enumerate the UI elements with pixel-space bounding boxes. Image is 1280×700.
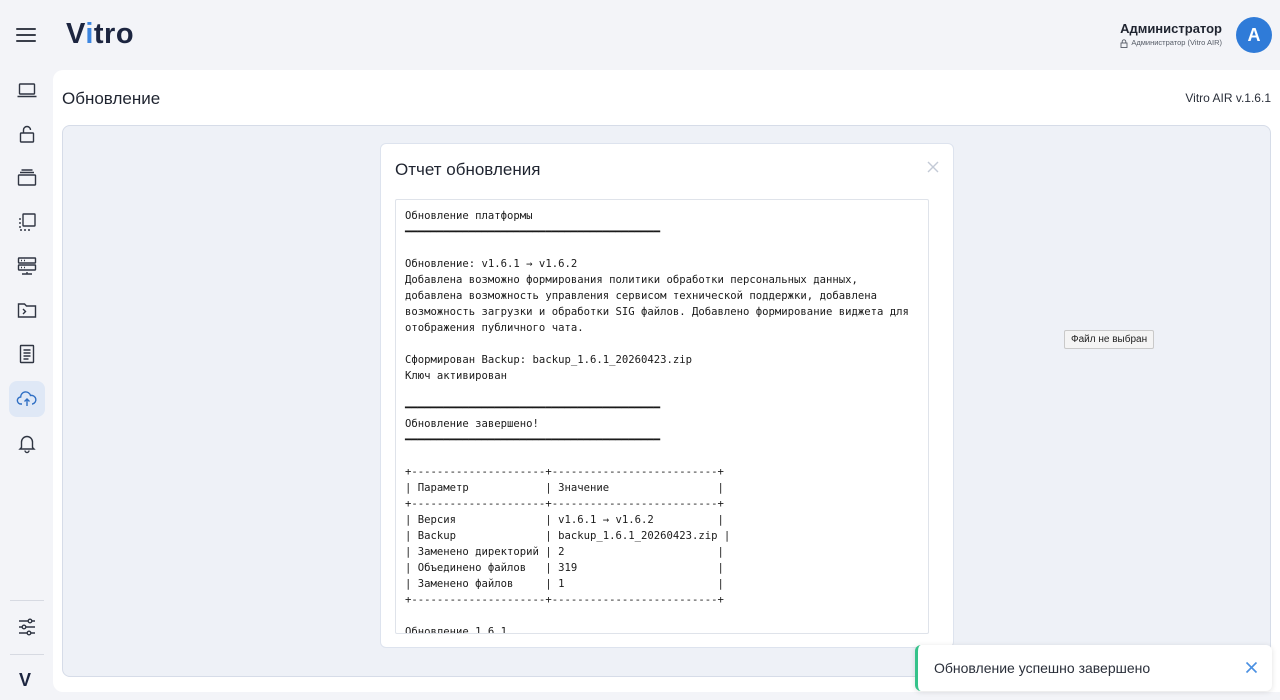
sidebar-item-access[interactable] [9,116,45,152]
report-log[interactable]: Обновление платформы ━━━━━━━━━━━━━━━━━━━━… [395,199,929,634]
close-icon[interactable] [926,160,940,174]
report-line [405,240,928,256]
report-line: | Объединено файлов | 319 | [405,562,724,574]
report-line: +---------------------+-----------------… [405,594,724,606]
sidebar-divider [10,600,44,601]
top-bar: Vitro Администратор Администратор (Vitro… [0,0,1280,70]
toast-close-icon[interactable] [1245,661,1258,674]
document-icon [19,344,35,364]
report-line [405,384,928,400]
report-line: добавлена возможность управления сервисо… [405,290,877,302]
report-line: | Параметр | Значение | [405,482,724,494]
report-line [405,608,928,624]
report-line: Сформирован Backup: backup_1.6.1_2026042… [405,354,693,366]
user-menu[interactable]: Администратор Администратор (Vitro AIR) … [1120,14,1272,56]
settings-sliders-icon [19,618,35,636]
bell-icon [18,435,36,454]
user-name: Администратор [1120,21,1222,36]
sidebar-item-console[interactable] [9,292,45,328]
server-icon [17,257,37,275]
sidebar: V [0,70,53,700]
modal-title: Отчет обновления [395,160,541,179]
report-line: Обновление завершено! [405,418,539,430]
layers-icon [17,169,37,186]
page-title: Обновление [62,89,161,108]
version-label: Vitro AIR v.1.6.1 [1185,91,1271,105]
terminal-folder-icon [17,303,37,318]
laptop-icon [17,83,37,98]
lock-icon [1120,38,1128,48]
report-line: Обновление платформы [405,210,533,222]
sidebar-item-devices[interactable] [9,72,45,108]
user-role-line: Администратор (Vitro AIR) [1120,37,1222,49]
report-line: | Заменено директорий | 2 | [405,546,724,558]
report-line: Обновление 1.6.1 [405,626,508,634]
sidebar-item-documents[interactable] [9,336,45,372]
report-line [405,336,928,352]
hamburger-menu-icon[interactable] [16,27,36,43]
report-line: ━━━━━━━━━━━━━━━━━━━━━━━━━━━━━━━━━━━━━━━━ [405,226,661,238]
avatar[interactable]: A [1236,17,1272,53]
report-line [405,448,928,464]
report-line: Обновление: v1.6.1 → v1.6.2 [405,258,578,270]
sidebar-item-update[interactable] [9,381,45,417]
sidebar-divider [10,654,44,655]
sidebar-item-servers[interactable] [9,248,45,284]
report-line: | Backup | backup_1.6.1_20260423.zip | [405,530,731,542]
success-toast: Обновление успешно завершено [915,645,1272,691]
report-line: | Версия | v1.6.1 → v1.6.2 | [405,514,724,526]
app-logo[interactable]: Vitro [66,18,134,51]
report-line: Добавлена возможно формирования политики… [405,274,858,286]
unlock-icon [19,125,35,143]
toast-message: Обновление успешно завершено [934,660,1151,676]
sidebar-item-layers[interactable] [9,160,45,196]
file-tooltip: Файл не выбран [1064,330,1155,349]
user-info: Администратор Администратор (Vitro AIR) [1120,21,1222,49]
report-line: ━━━━━━━━━━━━━━━━━━━━━━━━━━━━━━━━━━━━━━━━ [405,434,661,446]
vitro-logo-icon[interactable]: V [19,670,31,691]
sidebar-item-notifications[interactable] [9,425,45,461]
report-line: возможность загрузки и обработки SIG фай… [405,306,909,318]
crop-icon [19,213,36,231]
report-line: +---------------------+-----------------… [405,498,724,510]
user-role: Администратор (Vitro AIR) [1131,38,1222,47]
report-line: | Заменено файлов | 1 | [405,578,724,590]
report-line: ━━━━━━━━━━━━━━━━━━━━━━━━━━━━━━━━━━━━━━━━ [405,402,661,414]
sidebar-item-crop[interactable] [9,204,45,240]
report-line: +---------------------+-----------------… [405,466,724,478]
cloud-upload-icon [16,391,37,406]
update-report-modal: Отчет обновления Обновление платформы ━━━… [380,143,954,648]
report-line: Ключ активирован [405,370,508,382]
report-line: отображения публичного чата. [405,322,584,334]
sidebar-item-settings[interactable] [9,609,45,645]
